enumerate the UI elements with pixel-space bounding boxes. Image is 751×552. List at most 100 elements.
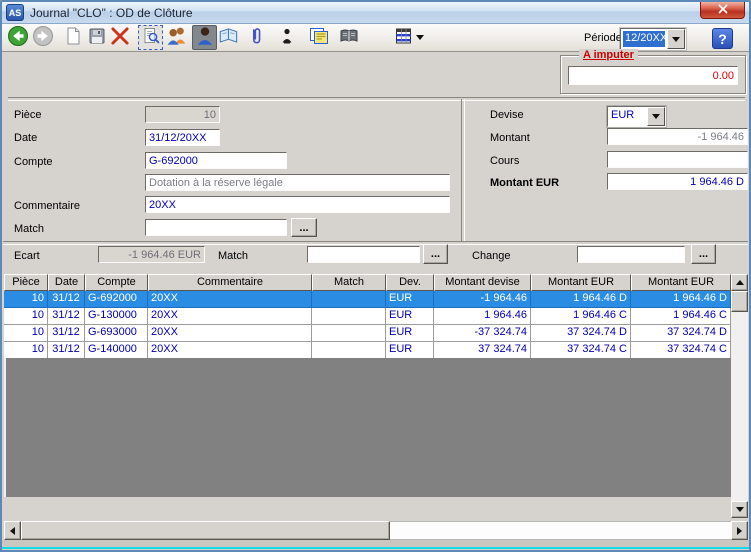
title-bar[interactable]: AS Journal "CLO" : OD de Clôture bbox=[2, 2, 749, 24]
column-header[interactable]: Pièce bbox=[4, 274, 48, 291]
ecart-match-label: Match bbox=[218, 250, 248, 262]
compte-field[interactable] bbox=[145, 152, 287, 169]
table-cell: EUR bbox=[386, 308, 434, 325]
piece-label: Pièce bbox=[14, 109, 42, 121]
devise-value: EUR bbox=[611, 109, 635, 121]
column-header[interactable]: Compte bbox=[85, 274, 148, 291]
devise-dropdown-button[interactable] bbox=[647, 107, 665, 126]
window-title: Journal "CLO" : OD de Clôture bbox=[30, 6, 193, 20]
column-header[interactable]: Montant devise bbox=[434, 274, 531, 291]
scroll-right-button[interactable] bbox=[731, 521, 748, 540]
column-header[interactable]: Dev. bbox=[386, 274, 434, 291]
scroll-up-button[interactable] bbox=[731, 274, 748, 291]
help-button[interactable]: ? bbox=[712, 28, 733, 49]
table-row[interactable]: 10 31/12 G-130000 20XX EUR 1 964.46 1 964.46 C… bbox=[4, 308, 731, 325]
compte-description-field bbox=[145, 174, 450, 191]
scroll-down-button[interactable] bbox=[731, 501, 748, 518]
table-row[interactable]: 10 31/12 G-692000 20XX EUR -1 964.46 1 964.46 … bbox=[4, 291, 731, 308]
a-imputer-label: A imputer bbox=[579, 49, 638, 61]
grid-menu-caret-icon bbox=[415, 35, 424, 40]
delete-button[interactable] bbox=[107, 25, 132, 50]
open-book-button[interactable] bbox=[336, 25, 361, 50]
attachment-button[interactable] bbox=[243, 25, 268, 50]
column-header[interactable]: Montant EUR bbox=[631, 274, 731, 291]
cours-field[interactable] bbox=[607, 151, 748, 168]
piece-field[interactable] bbox=[145, 106, 220, 123]
table-cell: 31/12 bbox=[48, 325, 85, 342]
horizontal-scroll-track[interactable] bbox=[390, 521, 731, 540]
save-icon bbox=[87, 26, 107, 49]
open-book-icon bbox=[338, 26, 360, 49]
bottom-accent-line bbox=[2, 547, 749, 549]
form-window-button[interactable] bbox=[306, 25, 331, 50]
horizontal-scrollbar[interactable] bbox=[4, 521, 748, 540]
devise-select[interactable]: EUR bbox=[607, 106, 666, 127]
montant-eur-field[interactable] bbox=[607, 173, 748, 190]
ecart-match-field[interactable] bbox=[307, 246, 420, 263]
match-label: Match bbox=[14, 223, 44, 235]
save-button[interactable] bbox=[84, 25, 109, 50]
table-cell: 31/12 bbox=[48, 291, 85, 308]
table-cell: -1 964.46 bbox=[434, 291, 531, 308]
back-button[interactable] bbox=[5, 25, 30, 50]
delete-icon bbox=[109, 25, 131, 50]
person-button[interactable] bbox=[274, 25, 299, 50]
table-cell: 37 324.74 C bbox=[631, 342, 731, 359]
table-cell: 10 bbox=[4, 342, 48, 359]
column-header[interactable]: Commentaire bbox=[148, 274, 312, 291]
vertical-scroll-thumb[interactable] bbox=[731, 291, 748, 312]
commentaire-field[interactable] bbox=[145, 196, 450, 213]
match-field[interactable] bbox=[145, 219, 287, 236]
close-button[interactable] bbox=[700, 2, 745, 19]
ecart-label: Ecart bbox=[14, 250, 40, 262]
column-header[interactable]: Match bbox=[312, 274, 386, 291]
table-cell: 10 bbox=[4, 325, 48, 342]
table-cell: 37 324.74 C bbox=[531, 342, 631, 359]
forward-button[interactable] bbox=[30, 25, 55, 50]
change-browse-button[interactable]: ... bbox=[691, 244, 716, 264]
search-button[interactable] bbox=[138, 25, 163, 50]
periode-value: 12/20XX bbox=[623, 31, 665, 47]
map-book-button[interactable] bbox=[216, 25, 241, 50]
column-header[interactable]: Montant EUR bbox=[531, 274, 631, 291]
users-button[interactable] bbox=[164, 25, 189, 50]
grid-menu-button[interactable] bbox=[392, 25, 426, 50]
arrow-up-icon bbox=[735, 280, 744, 285]
table-cell: 31/12 bbox=[48, 342, 85, 359]
table-row[interactable]: 10 31/12 G-693000 20XX EUR -37 324.74 37 324.7… bbox=[4, 325, 731, 342]
date-field[interactable] bbox=[145, 129, 220, 146]
periode-select[interactable]: 12/20XX bbox=[620, 28, 686, 50]
table-row[interactable]: 10 31/12 G-140000 20XX EUR 37 324.74 37 324.74… bbox=[4, 342, 731, 359]
forward-icon bbox=[32, 25, 54, 50]
close-icon bbox=[718, 2, 728, 19]
periode-label: Période bbox=[584, 32, 622, 44]
table-cell: G-140000 bbox=[85, 342, 148, 359]
match-browse-button[interactable]: ... bbox=[291, 218, 317, 237]
grid-menu-icon bbox=[395, 27, 413, 48]
app-icon: AS bbox=[6, 4, 24, 21]
table-cell: EUR bbox=[386, 291, 434, 308]
vertical-scroll-track[interactable] bbox=[731, 312, 748, 501]
a-imputer-field[interactable] bbox=[568, 66, 738, 85]
commentaire-label: Commentaire bbox=[14, 200, 81, 212]
ecart-match-browse-button[interactable]: ... bbox=[423, 244, 448, 264]
periode-dropdown-button[interactable] bbox=[667, 29, 685, 49]
change-field[interactable] bbox=[577, 246, 685, 263]
montant-label: Montant bbox=[490, 132, 530, 144]
user-button[interactable] bbox=[192, 25, 217, 50]
table-cell: 1 964.46 D bbox=[631, 291, 731, 308]
table-cell: 31/12 bbox=[48, 308, 85, 325]
vertical-scrollbar[interactable] bbox=[731, 274, 748, 518]
form-vertical-divider bbox=[461, 99, 465, 241]
table-empty-area bbox=[4, 358, 731, 497]
montant-field bbox=[607, 128, 748, 145]
new-document-button[interactable] bbox=[60, 25, 85, 50]
table-cell: 1 964.46 D bbox=[531, 291, 631, 308]
table-cell: -37 324.74 bbox=[434, 325, 531, 342]
table-cell: 1 964.46 C bbox=[531, 308, 631, 325]
chevron-down-icon bbox=[652, 114, 660, 119]
arrow-down-icon bbox=[735, 507, 744, 512]
horizontal-scroll-thumb[interactable] bbox=[21, 521, 390, 540]
scroll-left-button[interactable] bbox=[4, 521, 21, 540]
column-header[interactable]: Date bbox=[48, 274, 85, 291]
